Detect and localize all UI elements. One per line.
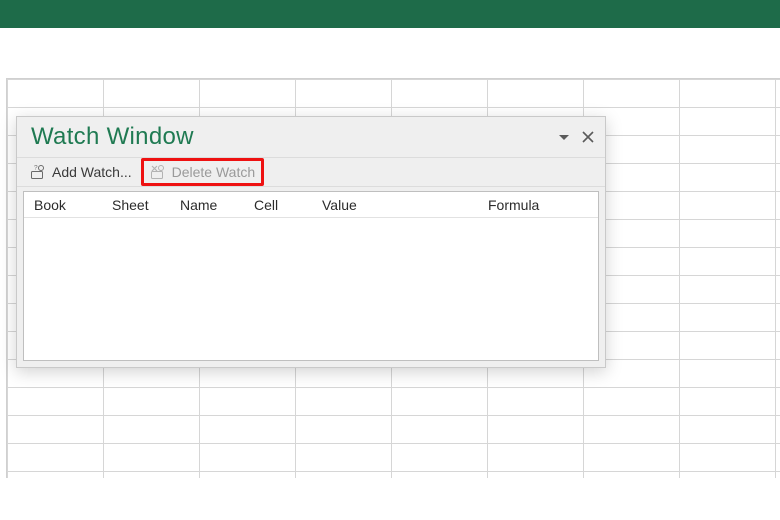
watch-list-header: Book Sheet Name Cell Value Formula xyxy=(24,192,598,218)
watch-window-toolbar: ? Add Watch... Delete Watch xyxy=(17,157,605,187)
column-header-book[interactable]: Book xyxy=(24,192,102,217)
watch-window-panel: Watch Window ? xyxy=(16,116,606,368)
column-header-sheet[interactable]: Sheet xyxy=(102,192,170,217)
options-dropdown-icon[interactable] xyxy=(555,128,573,146)
add-watch-button[interactable]: ? Add Watch... xyxy=(19,158,143,186)
column-header-cell[interactable]: Cell xyxy=(244,192,312,217)
close-icon[interactable] xyxy=(579,128,597,146)
watch-window-title: Watch Window xyxy=(31,123,555,151)
app-frame: Watch Window ? xyxy=(0,0,780,520)
column-header-value[interactable]: Value xyxy=(312,192,478,217)
app-titlebar xyxy=(0,0,780,28)
app-body: Watch Window ? xyxy=(0,28,780,520)
delete-watch-label: Delete Watch xyxy=(172,164,256,180)
column-header-formula[interactable]: Formula xyxy=(478,192,598,217)
column-header-name[interactable]: Name xyxy=(170,192,244,217)
watch-list-body[interactable] xyxy=(24,218,598,360)
watch-list: Book Sheet Name Cell Value Formula xyxy=(23,191,599,361)
delete-watch-icon xyxy=(150,164,166,180)
add-watch-icon: ? xyxy=(30,164,46,180)
svg-text:?: ? xyxy=(34,165,38,172)
delete-watch-button[interactable]: Delete Watch xyxy=(141,158,265,186)
add-watch-label: Add Watch... xyxy=(52,164,132,180)
watch-window-header: Watch Window xyxy=(17,117,605,157)
